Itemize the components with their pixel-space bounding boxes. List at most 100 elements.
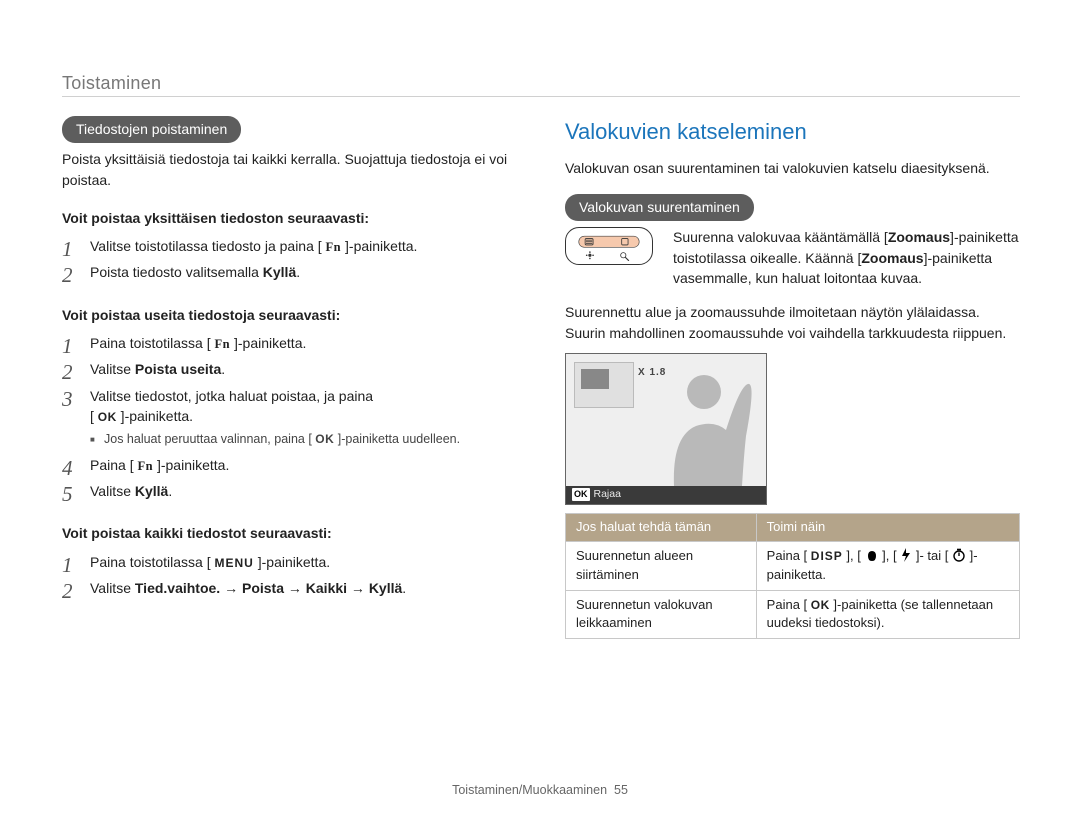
- ok-icon: OK: [315, 431, 334, 448]
- table-row: Suurennetun alueen siirtäminen Paina DIS…: [566, 541, 1020, 590]
- page-number: 55: [614, 783, 628, 797]
- text: Jos haluat peruuttaa valinnan, paina: [104, 432, 308, 446]
- text: →: [220, 580, 242, 596]
- text: -painiketta.: [262, 554, 330, 570]
- text: -painiketta.: [349, 238, 417, 254]
- section-title: Toistaminen: [62, 70, 161, 96]
- button-ref: OK: [90, 406, 125, 426]
- action-table: Jos haluat tehdä tämän Toimi näin Suuren…: [565, 513, 1020, 639]
- list-item: Valitse Tied.vaihtoe. → Poista → Kaikki …: [62, 578, 517, 598]
- ok-icon: OK: [98, 409, 117, 426]
- list-item: Poista tiedosto valitsemalla Kyllä.: [62, 262, 517, 282]
- text: .: [402, 580, 406, 596]
- button-ref: [857, 547, 885, 566]
- text: Paina: [767, 548, 804, 563]
- text: .: [296, 264, 300, 280]
- text: - tai: [919, 548, 944, 563]
- list-item: Valitse tiedostot, jotka haluat poistaa,…: [62, 386, 517, 449]
- text: Paina: [767, 597, 804, 612]
- bold: Poista useita: [135, 361, 221, 377]
- text: -painiketta uudelleen.: [341, 432, 460, 446]
- page-footer: Toistaminen/Muokkaaminen 55: [0, 781, 1080, 799]
- table-cell: Paina DISP, , - tai -painiketta.: [756, 541, 1019, 590]
- crop-label: Rajaa: [594, 487, 621, 502]
- bold: Tied.vaihtoe.: [135, 580, 220, 596]
- multi-heading: Voit poistaa useita tiedostoja seuraavas…: [62, 305, 517, 325]
- delete-intro: Poista yksittäisiä tiedostoja tai kaikki…: [62, 149, 517, 190]
- page: Toistaminen Tiedostojen poistaminen Pois…: [0, 0, 1080, 815]
- button-ref: Fn: [318, 236, 349, 256]
- zoom-svg-icon: [574, 233, 644, 260]
- text: -painiketta.: [125, 408, 193, 424]
- text: -painiketta.: [238, 335, 306, 351]
- all-steps: Paina toistotilassa MENU -painiketta. Val…: [62, 552, 517, 599]
- list-item: Valitse Kyllä.: [62, 481, 517, 501]
- button-ref: Fn: [130, 455, 161, 475]
- text: Valitse: [90, 361, 135, 377]
- zoom-block: Suurenna valokuvaa kääntämällä [Zoomaus]…: [565, 227, 1020, 288]
- bold: Zoomaus: [888, 229, 950, 245]
- preview-viewport: [581, 369, 609, 389]
- ok-icon: OK: [572, 488, 590, 501]
- macro-icon: [865, 550, 879, 562]
- table-header: Toimi näin: [756, 513, 1019, 541]
- text: Suurenna valokuvaa kääntämällä: [673, 229, 884, 245]
- text: .: [221, 361, 225, 377]
- list-item: Jos haluat peruuttaa valinnan, paina OK-…: [90, 430, 517, 448]
- preview-thumbnail: [574, 362, 634, 408]
- table-cell: Paina OK-painiketta (se tallennetaan uud…: [756, 590, 1019, 639]
- text: Paina toistotilassa: [90, 554, 207, 570]
- single-heading: Voit poistaa yksittäisen tiedoston seura…: [62, 208, 517, 228]
- text: Valitse tiedostot, jotka haluat poistaa,…: [90, 388, 373, 404]
- preview-bottom-bar: OK Rajaa: [566, 486, 766, 504]
- list-item: Paina Fn -painiketta.: [62, 455, 517, 475]
- fn-icon: Fn: [215, 335, 231, 353]
- button-ref: [945, 547, 973, 566]
- text: .: [168, 483, 172, 499]
- bold: Kyllä: [263, 264, 296, 280]
- button-ref: OK: [804, 596, 837, 615]
- right-column: Valokuvien katseleminen Valokuvan osan s…: [565, 116, 1020, 639]
- text: Paina: [90, 457, 130, 473]
- list-item: Paina toistotilassa Fn -painiketta.: [62, 333, 517, 353]
- table-row: Suurennetun valokuvan leikkaaminen Paina…: [566, 590, 1020, 639]
- fn-icon: Fn: [137, 457, 153, 475]
- preview-image: X 1.8 OK Rajaa: [565, 353, 767, 505]
- single-steps: Valitse toistotilassa tiedosto ja paina …: [62, 236, 517, 283]
- menu-icon: MENU: [215, 555, 254, 572]
- text: Poista tiedosto valitsemalla: [90, 264, 263, 280]
- right-para2: Suurennettu alue ja zoomaussuhde ilmoite…: [565, 302, 1020, 343]
- list-item: Valitse toistotilassa tiedosto ja paina …: [62, 236, 517, 256]
- text: Paina toistotilassa: [90, 335, 207, 351]
- table-cell: Suurennetun valokuvan leikkaaminen: [566, 590, 757, 639]
- pill-enlarge: Valokuvan suurentaminen: [565, 194, 754, 221]
- text: →: [347, 580, 369, 596]
- list-item: Paina toistotilassa MENU -painiketta.: [62, 552, 517, 572]
- silhouette-icon: [634, 366, 754, 486]
- right-intro: Valokuvan osan suurentaminen tai valokuv…: [565, 158, 1020, 178]
- text: -painiketta.: [161, 457, 229, 473]
- bold: Poista: [242, 580, 284, 596]
- button-ref: Fn: [207, 333, 238, 353]
- table-row: Jos haluat tehdä tämän Toimi näin: [566, 513, 1020, 541]
- table-cell: Suurennetun alueen siirtäminen: [566, 541, 757, 590]
- zoom-control-graphic: [565, 227, 653, 264]
- left-column: Tiedostojen poistaminen Poista yksittäis…: [62, 116, 517, 639]
- pill-delete-files: Tiedostojen poistaminen: [62, 116, 241, 143]
- right-title: Valokuvien katseleminen: [565, 116, 1020, 148]
- button-ref: MENU: [207, 552, 262, 572]
- all-heading: Voit poistaa kaikki tiedostot seuraavast…: [62, 523, 517, 543]
- button-ref: OK: [308, 430, 341, 448]
- columns: Tiedostojen poistaminen Poista yksittäis…: [62, 116, 1020, 639]
- footer-text: Toistaminen/Muokkaaminen: [452, 783, 607, 797]
- bold: Kyllä: [135, 483, 168, 499]
- text: →: [284, 580, 306, 596]
- text: Valitse: [90, 483, 135, 499]
- bold: Kaikki: [306, 580, 347, 596]
- sub-bullets: Jos haluat peruuttaa valinnan, paina OK-…: [90, 430, 517, 448]
- fn-icon: Fn: [326, 238, 342, 256]
- button-ref: DISP: [804, 547, 850, 566]
- bold: Kyllä: [369, 580, 402, 596]
- flash-icon: [900, 548, 912, 562]
- timer-icon: [952, 548, 966, 562]
